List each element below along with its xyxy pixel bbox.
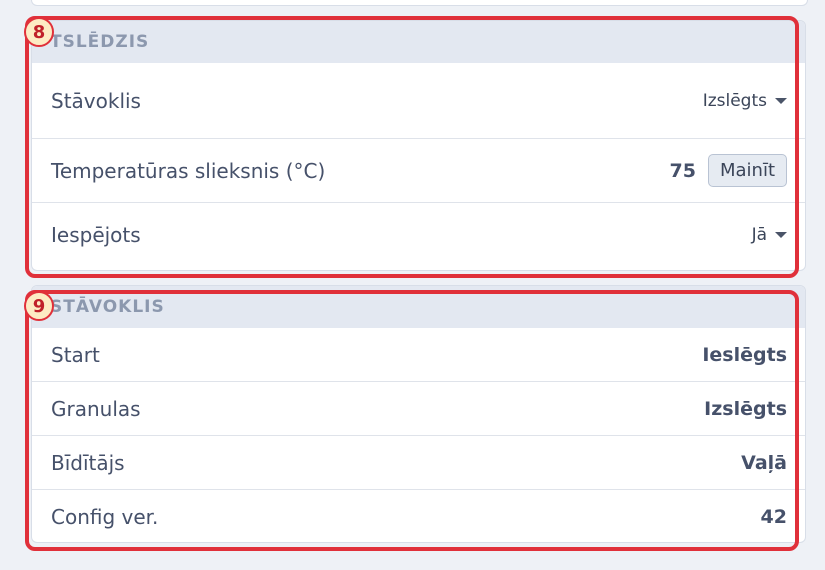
caret-down-icon	[775, 97, 787, 104]
status-row-pellets: Granulas Izslēgts	[32, 382, 805, 436]
status-value: Vaļā	[741, 451, 787, 474]
status-row-config: Config ver. 42	[32, 490, 805, 542]
annotation-badge: 9	[24, 291, 54, 321]
enabled-select-value: Jā	[751, 225, 767, 245]
switch-card: TSLĒDZIS Stāvoklis Izslēgts Temperatūras…	[31, 20, 806, 271]
enabled-label: Iespējots	[51, 223, 141, 247]
caret-down-icon	[775, 232, 787, 238]
state-label: Stāvoklis	[51, 88, 141, 113]
status-row-pusher: Bīdītājs Vaļā	[32, 436, 805, 490]
status-value: Izslēgts	[704, 397, 787, 420]
state-row: Stāvoklis Izslēgts	[32, 63, 805, 139]
status-label: Bīdītājs	[51, 450, 125, 475]
status-card: STĀVOKLIS Start Ieslēgts Granulas Izslēg…	[31, 285, 806, 543]
status-value: Ieslēgts	[702, 343, 787, 366]
switch-card-header: TSLĒDZIS	[32, 21, 805, 63]
threshold-value: 75	[669, 159, 696, 182]
threshold-control: 75 Mainīt	[670, 154, 787, 187]
previous-card-edge	[31, 0, 808, 6]
threshold-row: Temperatūras slieksnis (°C) 75 Mainīt	[32, 139, 805, 203]
status-label: Config ver.	[51, 505, 159, 529]
enabled-row: Iespējots Jā	[32, 203, 805, 267]
status-card-header: STĀVOKLIS	[32, 286, 805, 328]
state-select[interactable]: Izslēgts	[703, 91, 787, 111]
state-select-value: Izslēgts	[702, 90, 767, 111]
status-row-start: Start Ieslēgts	[32, 328, 805, 382]
status-value: 42	[760, 506, 787, 528]
annotation-badge: 8	[24, 17, 54, 47]
change-threshold-button[interactable]: Mainīt	[707, 154, 787, 187]
status-label: Start	[51, 342, 100, 367]
threshold-label: Temperatūras slieksnis (°C)	[51, 158, 326, 183]
enabled-select[interactable]: Jā	[752, 225, 787, 245]
status-label: Granulas	[51, 396, 141, 421]
